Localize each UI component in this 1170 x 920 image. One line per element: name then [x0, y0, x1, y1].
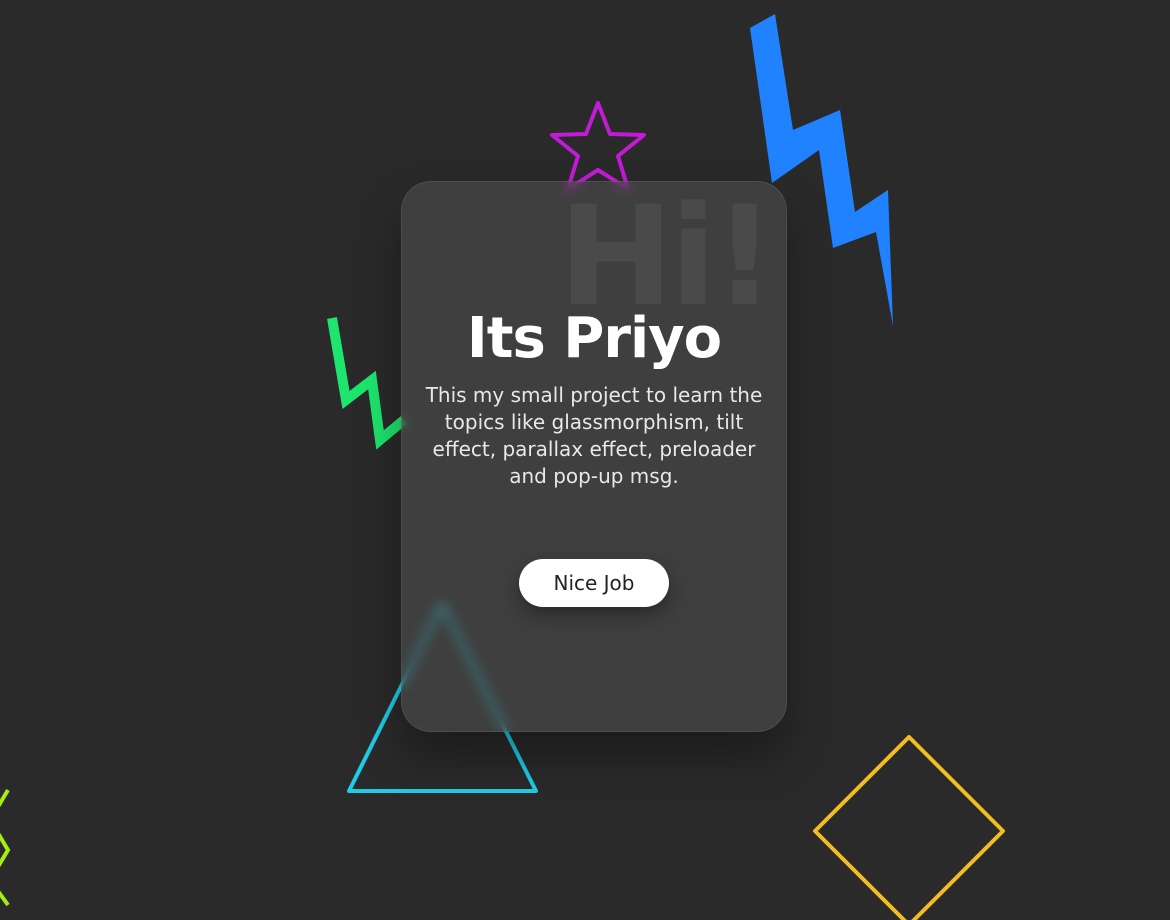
lightning-bolt-icon [327, 317, 408, 450]
diamond-outline-icon [813, 735, 1005, 920]
card-title: Its Priyo [466, 306, 722, 371]
zigzag-icon [0, 788, 11, 907]
glass-card: Hi! Its Priyo This my small project to l… [401, 181, 787, 732]
star-outline-icon [550, 101, 646, 191]
page-stage: Hi! Its Priyo This my small project to l… [0, 0, 1170, 920]
nice-job-button[interactable]: Nice Job [519, 559, 669, 607]
card-description: This my small project to learn the topic… [425, 383, 763, 488]
